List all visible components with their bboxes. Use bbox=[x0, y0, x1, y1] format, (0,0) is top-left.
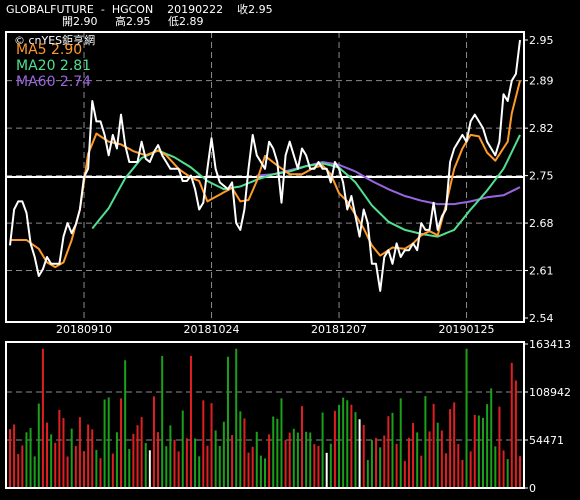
price-ytick-label: 2.95 bbox=[529, 34, 554, 47]
volume-yticks: 163413 108942 54471 0 bbox=[524, 338, 571, 495]
price-ytick-label: 2.54 bbox=[529, 312, 554, 325]
volume-grid bbox=[6, 391, 524, 441]
volume-ytick-label: 108942 bbox=[529, 386, 571, 399]
price-ytick-label: 2.61 bbox=[529, 265, 554, 278]
volume-ytick-label: 54471 bbox=[529, 434, 564, 447]
volume-bars bbox=[9, 348, 521, 488]
legend-ma5: MA5 2.90 bbox=[16, 42, 83, 58]
price-ytick-label: 2.68 bbox=[529, 217, 554, 230]
legend-ma60: MA60 2.74 bbox=[16, 74, 92, 90]
price-xtick-label: 20181207 bbox=[311, 323, 367, 336]
legend-ma20: MA20 2.81 bbox=[16, 58, 92, 74]
volume-ytick-label: 163413 bbox=[529, 338, 571, 351]
price-xtick-label: 20190125 bbox=[439, 323, 495, 336]
price-ytick-label: 2.75 bbox=[529, 170, 554, 183]
price-xtick-label: 20180910 bbox=[56, 323, 112, 336]
price-ytick-label: 2.89 bbox=[529, 75, 554, 88]
price-yticks: 2.95 2.89 2.82 2.75 2.68 2.61 2.54 bbox=[524, 34, 554, 325]
price-ytick-label: 2.82 bbox=[529, 122, 554, 135]
price-xtick-label: 20181024 bbox=[184, 323, 240, 336]
volume-ytick-label: 0 bbox=[529, 482, 536, 495]
price-xticks: 20180910 20181024 20181207 20190125 bbox=[56, 323, 495, 336]
